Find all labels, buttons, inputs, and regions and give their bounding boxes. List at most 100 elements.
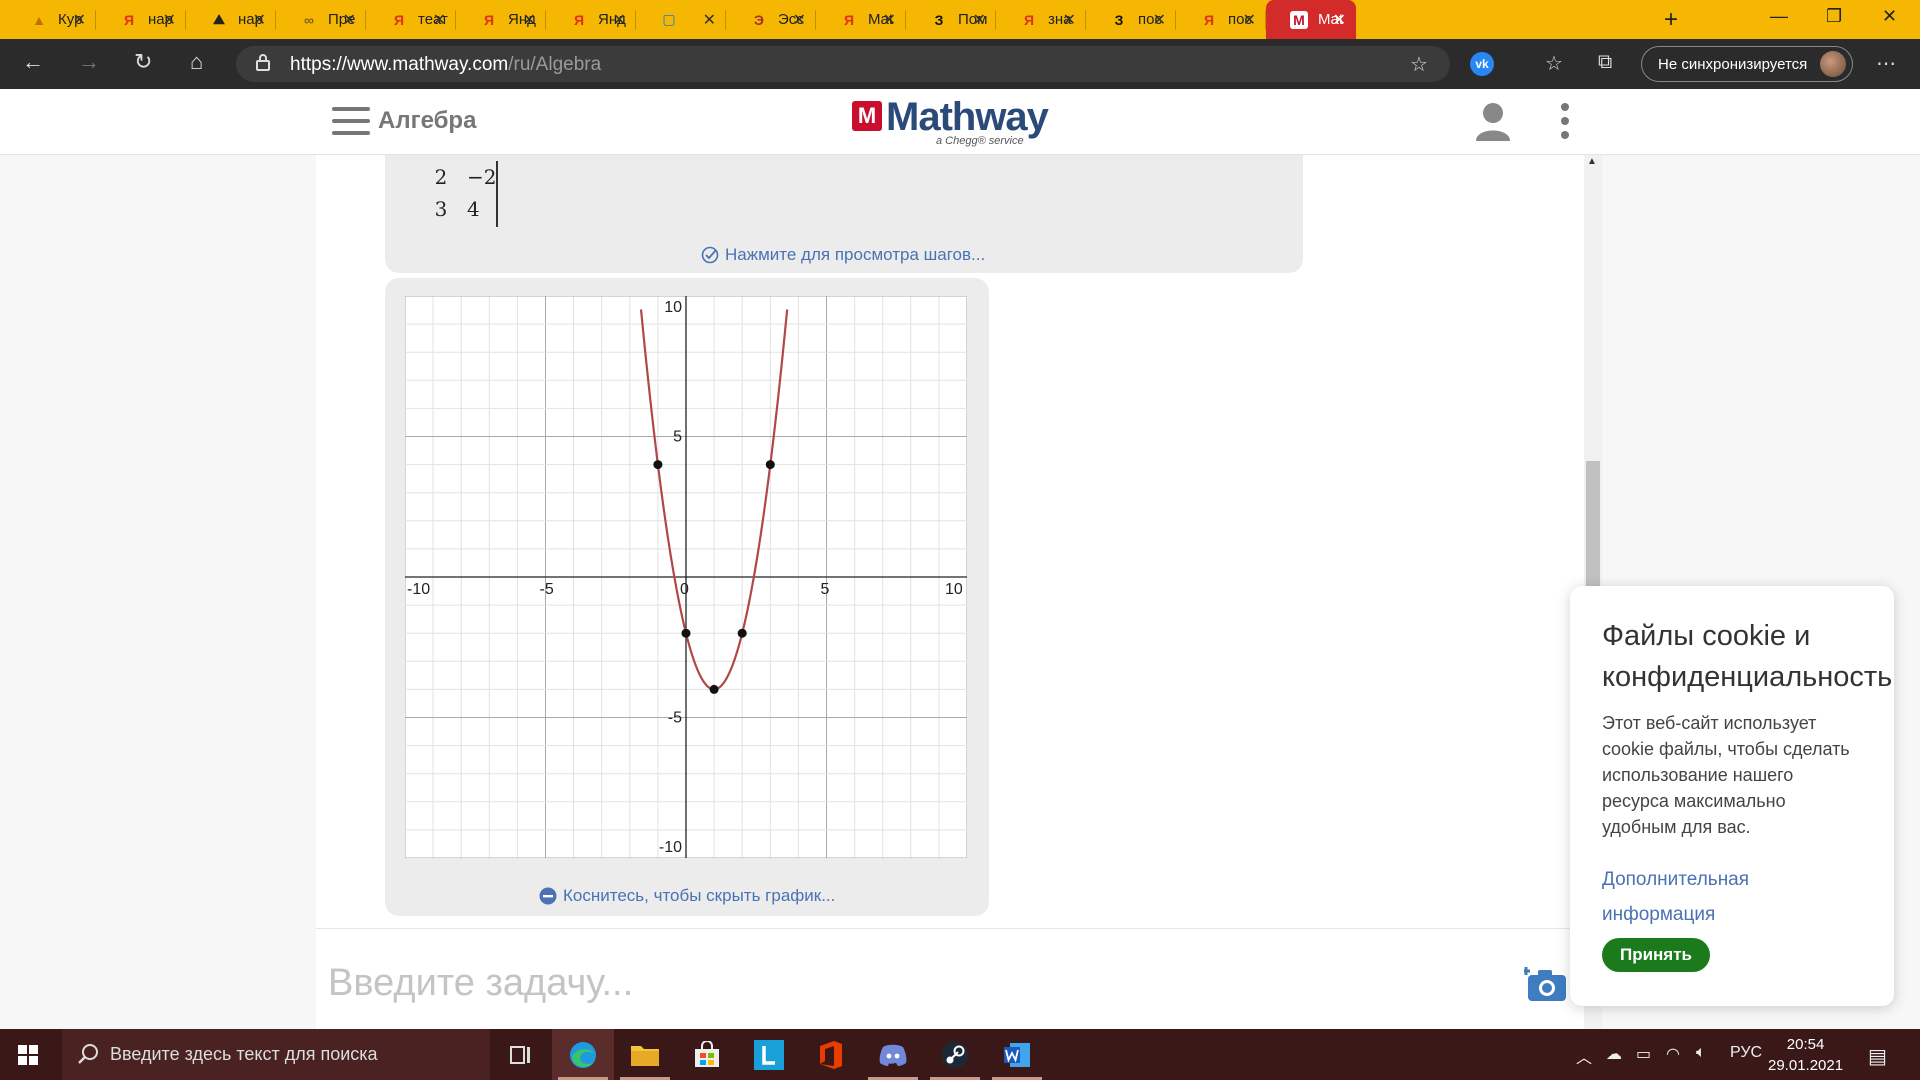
language-indicator[interactable]: РУС (1730, 1044, 1762, 1062)
browser-tab[interactable]: ⛰ нар ✕ (186, 0, 276, 39)
minus-circle-icon (539, 887, 557, 905)
close-tab-icon[interactable]: ✕ (253, 10, 266, 30)
scroll-up-arrow-icon[interactable]: ▲ (1587, 156, 1597, 167)
restore-icon[interactable]: ❐ (1826, 6, 1842, 27)
value-table-card: 2 −2 34 Нажмите для просмотра шагов... (385, 155, 1303, 273)
show-hidden-icons-icon[interactable]: ︿ (1576, 1044, 1592, 1068)
accept-button[interactable]: Принять (1602, 938, 1710, 972)
task-view-icon[interactable] (490, 1029, 552, 1080)
favorites-icon[interactable]: ☆ (1545, 51, 1563, 76)
camera-icon[interactable] (1524, 963, 1568, 1003)
address-bar[interactable]: https://www.mathway.com/ru/Algebra ☆ (236, 46, 1450, 82)
sync-label: Не синхронизируется (1658, 55, 1808, 73)
browser-tab[interactable]: Я Mat ✕ (816, 0, 906, 39)
steam-icon[interactable] (924, 1029, 986, 1080)
close-tab-icon[interactable]: ✕ (1243, 10, 1256, 30)
table-divider (496, 161, 498, 227)
yandex-icon: Я (843, 11, 855, 28)
more-menu-icon[interactable]: ⋯ (1876, 51, 1896, 76)
link-chain-icon: ∞ (304, 11, 314, 28)
volume-icon[interactable]: 🔈︎ (1696, 1044, 1706, 1062)
close-tab-icon[interactable]: ✕ (973, 10, 986, 30)
znanija-icon: З (934, 11, 944, 28)
close-tab-icon[interactable]: ✕ (613, 10, 626, 30)
battery-icon[interactable]: ▭ (1636, 1044, 1651, 1064)
forward-icon[interactable]: → (78, 49, 100, 75)
yandex-icon: Я (1023, 11, 1035, 28)
data-point (681, 628, 691, 638)
browser-tab[interactable]: ▢ ✕ (636, 0, 726, 39)
menu-icon[interactable] (332, 107, 370, 135)
launcher-l-icon[interactable] (738, 1029, 800, 1080)
taskbar-search-box[interactable]: Введите здесь текст для поиска (62, 1029, 490, 1080)
url-text: https://www.mathway.com/ru/Algebra (290, 54, 601, 76)
file-explorer-icon[interactable] (614, 1029, 676, 1080)
add-favorite-icon[interactable]: ☆ (1410, 52, 1428, 77)
close-tab-icon[interactable]: ✕ (883, 10, 896, 30)
browser-tab[interactable]: Я Янд ✕ (456, 0, 546, 39)
close-tab-icon[interactable]: ✕ (163, 10, 176, 30)
wifi-icon[interactable]: ◠ (1666, 1044, 1680, 1064)
yandex-icon: Я (123, 11, 135, 28)
graduation-cap-icon: ▲ (32, 11, 46, 28)
browser-tab[interactable]: ∞ Пре ✕ (276, 0, 366, 39)
close-tab-icon[interactable]: ✕ (73, 10, 86, 30)
browser-tab[interactable]: З Пом ✕ (906, 0, 996, 39)
problem-input[interactable] (328, 957, 1478, 1009)
function-graph[interactable]: -10 -5 0 5 10 10 5 -5 -10 (405, 296, 967, 858)
office-icon[interactable] (800, 1029, 862, 1080)
close-tab-icon[interactable]: ✕ (703, 10, 716, 30)
new-tab-button[interactable]: + (1664, 6, 1678, 34)
yandex-browser-icon: Я (573, 11, 585, 28)
more-options-icon[interactable] (1558, 103, 1572, 143)
browser-tab[interactable]: Э Эсс ✕ (726, 0, 816, 39)
word-icon[interactable] (986, 1029, 1048, 1080)
clock[interactable]: 20:54 29.01.2021 (1768, 1034, 1843, 1076)
scrollbar-thumb[interactable] (1586, 461, 1600, 601)
show-steps-link[interactable]: Нажмите для просмотра шагов... (701, 245, 985, 265)
discord-icon[interactable] (862, 1029, 924, 1080)
close-tab-icon[interactable]: ✕ (1333, 10, 1346, 30)
close-tab-icon[interactable]: ✕ (793, 10, 806, 30)
site-header: Алгебра M Mathway a Chegg® service (0, 89, 1920, 155)
profile-sync-button[interactable]: Не синхронизируется (1641, 46, 1853, 82)
close-window-icon[interactable]: ✕ (1882, 6, 1897, 27)
reload-icon[interactable]: ↻ (134, 49, 152, 75)
notifications-icon[interactable]: ▤ (1868, 1044, 1887, 1069)
windows-start-icon[interactable] (18, 1045, 38, 1065)
close-tab-icon[interactable]: ✕ (1153, 10, 1166, 30)
onedrive-icon[interactable]: ☁ (1606, 1044, 1622, 1064)
browser-tab[interactable]: ▲ Кур ✕ (6, 0, 96, 39)
browser-tab[interactable]: Язна ✕ (996, 0, 1086, 39)
minimize-icon[interactable]: — (1770, 6, 1788, 27)
browser-tab[interactable]: Я Янд ✕ (546, 0, 636, 39)
hide-graph-link[interactable]: Коснитесь, чтобы скрыть график... (539, 886, 835, 906)
data-point (765, 460, 775, 470)
browser-tab[interactable]: Япос ✕ (1176, 0, 1266, 39)
home-icon[interactable]: ⌂ (190, 49, 203, 75)
close-tab-icon[interactable]: ✕ (433, 10, 446, 30)
edge-icon[interactable] (552, 1029, 614, 1080)
close-tab-icon[interactable]: ✕ (1063, 10, 1076, 30)
y-tick-label: -5 (668, 710, 682, 727)
graph-card: -10 -5 0 5 10 10 5 -5 -10 Коснитесь, чтобы скрыт… (385, 278, 989, 916)
user-account-icon[interactable] (1474, 101, 1512, 141)
yandex-browser-icon: Я (483, 11, 495, 28)
back-icon[interactable]: ← (22, 49, 44, 75)
show-steps-label: Нажмите для просмотра шагов... (725, 245, 986, 264)
y-tick-label: 10 (664, 299, 682, 316)
cookie-title: Файлы cookie и конфиденциальность (1602, 620, 1893, 693)
close-tab-icon[interactable]: ✕ (523, 10, 536, 30)
browser-tab[interactable]: M Mat ✕ (1266, 0, 1356, 39)
collections-icon[interactable]: ⧉ (1598, 51, 1612, 74)
more-info-link[interactable]: Дополнительная информация (1602, 862, 1802, 932)
mathway-logo[interactable]: M Mathway a Chegg® service (852, 97, 1049, 147)
store-icon[interactable] (676, 1029, 738, 1080)
essay-icon: Э (754, 11, 764, 28)
browser-tab[interactable]: Янар ✕ (96, 0, 186, 39)
vk-extension-icon[interactable]: vk (1470, 52, 1494, 76)
browser-tab[interactable]: Ятеат ✕ (366, 0, 456, 39)
browser-tab[interactable]: Зпос ✕ (1086, 0, 1176, 39)
close-tab-icon[interactable]: ✕ (343, 10, 356, 30)
hide-graph-label: Коснитесь, чтобы скрыть график... (563, 886, 836, 905)
